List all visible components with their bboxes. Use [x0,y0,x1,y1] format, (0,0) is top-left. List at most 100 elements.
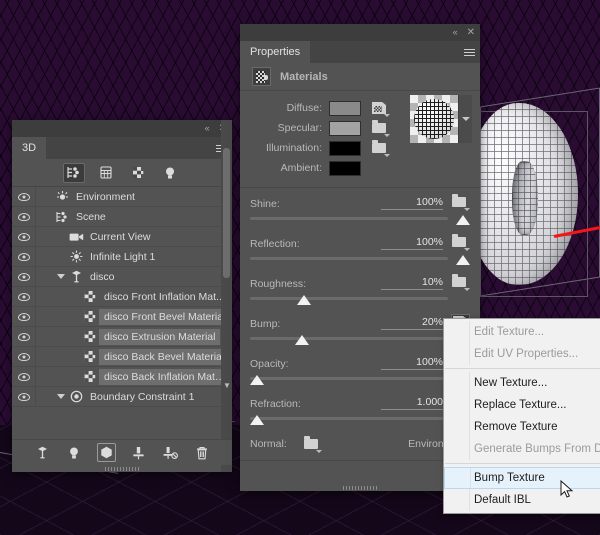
visibility-toggle[interactable] [12,307,36,326]
hamburger-icon[interactable] [462,41,480,63]
add-constraint-button[interactable] [129,443,148,462]
slider-track-area[interactable] [250,254,470,268]
color-swatch[interactable] [329,141,361,156]
swatch-row: Ambient: [240,158,480,178]
eye-icon [18,353,30,361]
material-icon [84,310,97,323]
slider-track-area[interactable] [250,414,470,428]
ground-plane-button[interactable] [97,443,116,462]
folder-button[interactable] [451,274,470,290]
material-preset-dropdown[interactable] [458,95,472,143]
menu-item[interactable]: Replace Texture... [444,394,600,416]
tree-row-body: Environment [36,187,232,206]
tree-row[interactable]: Current View [12,227,232,247]
menu-item-gutter [444,416,470,438]
slider-knob[interactable] [297,295,311,305]
normal-folder-button[interactable] [303,436,322,452]
panel-resize-grip-properties[interactable] [343,486,377,490]
slider-header: Shine:100% [250,194,470,210]
panel-resize-grip-3d[interactable] [105,467,139,471]
tab-3d[interactable]: 3D [12,137,46,159]
chevron-down-icon[interactable] [54,394,67,399]
tree-row[interactable]: disco [12,267,232,287]
visibility-toggle[interactable] [12,267,36,286]
tree-row[interactable]: Boundary Constraint 1 [12,387,232,407]
slider-knob[interactable] [250,375,264,385]
close-icon[interactable]: ✕ [467,28,475,38]
menu-item[interactable]: Default IBL [444,489,600,511]
slider-value-input[interactable]: 100% [381,356,443,370]
slider-knob[interactable] [456,255,470,265]
scroll-down-arrow[interactable]: ▼ [223,382,230,389]
tree-row[interactable]: Environment [12,187,232,207]
visibility-toggle[interactable] [12,207,36,226]
tab-properties[interactable]: Properties [240,41,310,63]
delete-button[interactable] [193,443,212,462]
texture-button[interactable] [371,100,390,116]
scene-filter-button[interactable] [63,163,85,183]
visibility-toggle[interactable] [12,387,36,406]
visibility-toggle[interactable] [12,187,36,206]
visibility-toggle[interactable] [12,327,36,346]
slider-knob[interactable] [456,215,470,225]
3d-panel-tabbar: 3D [12,137,232,159]
slider-value-input[interactable]: 10% [381,276,443,290]
tree-row[interactable]: Infinite Light 1 [12,247,232,267]
folder-button[interactable] [371,120,390,136]
slider-knob[interactable] [250,415,264,425]
add-mesh-button[interactable] [33,443,52,462]
3d-scene-tree[interactable]: EnvironmentSceneCurrent ViewInfinite Lig… [12,187,232,407]
color-swatch[interactable] [329,121,361,136]
materials-filter-button[interactable] [127,163,149,183]
3d-model-disco-letter-d[interactable] [470,85,600,320]
eye-icon [18,193,30,201]
slider-label: Refraction: [250,398,301,410]
slider-track-area[interactable] [250,214,470,228]
tree-row[interactable]: disco Back Inflation Mate... [12,367,232,387]
remove-constraint-button[interactable] [161,443,180,462]
menu-item[interactable]: New Texture... [444,372,600,394]
tree-row[interactable]: disco Back Bevel Material [12,347,232,367]
visibility-toggle[interactable] [12,367,36,386]
chevron-down-icon[interactable] [54,274,67,279]
slider-value-input[interactable]: 20% [381,316,443,330]
lights-filter-button[interactable] [159,163,181,183]
collapse-icon[interactable]: « [453,28,458,37]
folder-button[interactable] [371,140,390,156]
slider-knob[interactable] [295,335,309,345]
visibility-toggle[interactable] [12,227,36,246]
folder-icon [372,123,386,133]
collapse-icon[interactable]: « [205,124,210,133]
slider-track-area[interactable] [250,334,470,348]
folder-button[interactable] [451,234,470,250]
color-swatch[interactable] [329,161,361,176]
material-preview[interactable] [410,95,472,143]
material-preview-thumbnail[interactable] [410,95,458,143]
slider-track [250,377,448,380]
tree-row[interactable]: disco Front Inflation Mat... [12,287,232,307]
slider-value-input[interactable]: 100% [381,236,443,250]
tree-row[interactable]: disco Extrusion Material [12,327,232,347]
menu-item[interactable]: Remove Texture [444,416,600,438]
tabbar-filler [310,41,462,63]
tree-row[interactable]: Scene [12,207,232,227]
swatch-label: Diffuse: [250,102,329,114]
scrollbar-thumb[interactable] [223,148,230,278]
visibility-toggle[interactable] [12,347,36,366]
3d-tree-scrollbar[interactable]: ▲ ▼ [221,120,232,472]
texture-context-menu[interactable]: Edit Texture...Edit UV Properties...New … [443,318,600,514]
menu-item[interactable]: Bump Texture [444,467,600,489]
add-light-button[interactable] [65,443,84,462]
visibility-toggle[interactable] [12,287,36,306]
slider-value-input[interactable]: 1.000 [381,396,443,410]
visibility-toggle[interactable] [12,247,36,266]
tree-row[interactable]: disco Front Bevel Material [12,307,232,327]
mesh-filter-button[interactable] [95,163,117,183]
folder-button[interactable] [451,194,470,210]
color-swatch[interactable] [329,101,361,116]
material-icon [84,370,97,383]
tree-row-body: disco Back Inflation Mate... [36,367,232,386]
slider-track-area[interactable] [250,374,470,388]
slider-value-input[interactable]: 100% [381,196,443,210]
slider-track-area[interactable] [250,294,470,308]
